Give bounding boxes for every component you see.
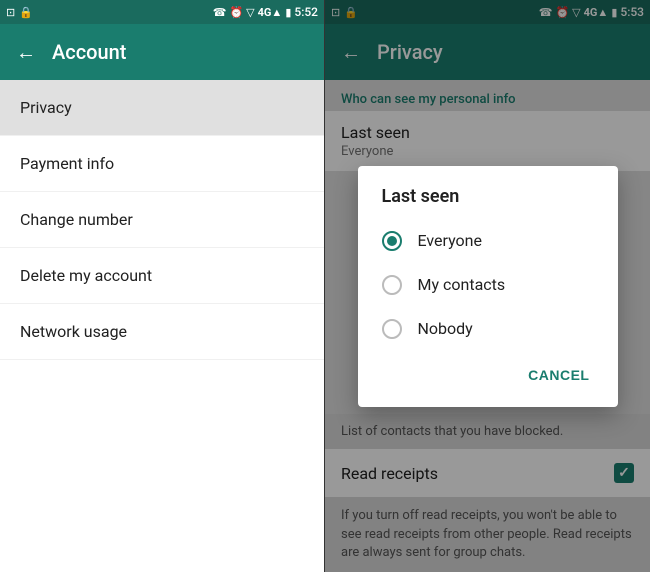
left-panel: ⊡ 🔒 ☎ ⏰ ▽ 4G▲ ▮ 5:52 ← Account Privacy P… xyxy=(0,0,325,572)
dialog-overlay: Last seen Everyone My contacts Nobody CA… xyxy=(325,0,650,572)
last-seen-dialog: Last seen Everyone My contacts Nobody CA… xyxy=(358,166,618,407)
radio-everyone[interactable] xyxy=(382,231,402,251)
dialog-actions: CANCEL xyxy=(358,351,618,407)
battery-icon: ▮ xyxy=(285,6,291,19)
lock-icon: 🔒 xyxy=(19,6,33,19)
dialog-option-my-contacts[interactable]: My contacts xyxy=(358,263,618,307)
page-title-left: Account xyxy=(52,40,126,64)
phone-icon: ☎ xyxy=(213,6,227,19)
screenshot-icon: ⊡ xyxy=(6,6,15,19)
dialog-option-nobody[interactable]: Nobody xyxy=(358,307,618,351)
dialog-title: Last seen xyxy=(358,166,618,219)
dialog-option-label-nobody: Nobody xyxy=(418,319,473,338)
menu-item-change-number[interactable]: Change number xyxy=(0,192,324,248)
radio-nobody[interactable] xyxy=(382,319,402,339)
dialog-option-label-everyone: Everyone xyxy=(418,231,482,250)
dialog-cancel-button[interactable]: CANCEL xyxy=(516,359,601,391)
status-bar-left: ⊡ 🔒 ☎ ⏰ ▽ 4G▲ ▮ 5:52 xyxy=(0,0,324,24)
status-time-left: 5:52 xyxy=(294,5,318,19)
dialog-option-everyone[interactable]: Everyone xyxy=(358,219,618,263)
dialog-option-label-my-contacts: My contacts xyxy=(418,275,506,294)
radio-inner-everyone xyxy=(387,236,397,246)
menu-list: Privacy Payment info Change number Delet… xyxy=(0,80,324,572)
menu-item-delete-account[interactable]: Delete my account xyxy=(0,248,324,304)
status-bar-right-icons: ☎ ⏰ ▽ 4G▲ ▮ 5:52 xyxy=(213,5,318,19)
status-bar-left-icons: ⊡ 🔒 xyxy=(6,6,33,19)
signal-4g-icon: 4G▲ xyxy=(258,6,283,19)
right-panel: ⊡ 🔒 ☎ ⏰ ▽ 4G▲ ▮ 5:53 ← Privacy Who can s… xyxy=(325,0,650,572)
menu-item-privacy[interactable]: Privacy xyxy=(0,80,324,136)
radio-my-contacts[interactable] xyxy=(382,275,402,295)
back-button-left[interactable]: ← xyxy=(16,40,36,65)
wifi-icon: ▽ xyxy=(246,6,254,19)
alarm-icon: ⏰ xyxy=(229,6,243,19)
menu-item-network-usage[interactable]: Network usage xyxy=(0,304,324,360)
app-bar-left: ← Account xyxy=(0,24,324,80)
menu-item-payment[interactable]: Payment info xyxy=(0,136,324,192)
